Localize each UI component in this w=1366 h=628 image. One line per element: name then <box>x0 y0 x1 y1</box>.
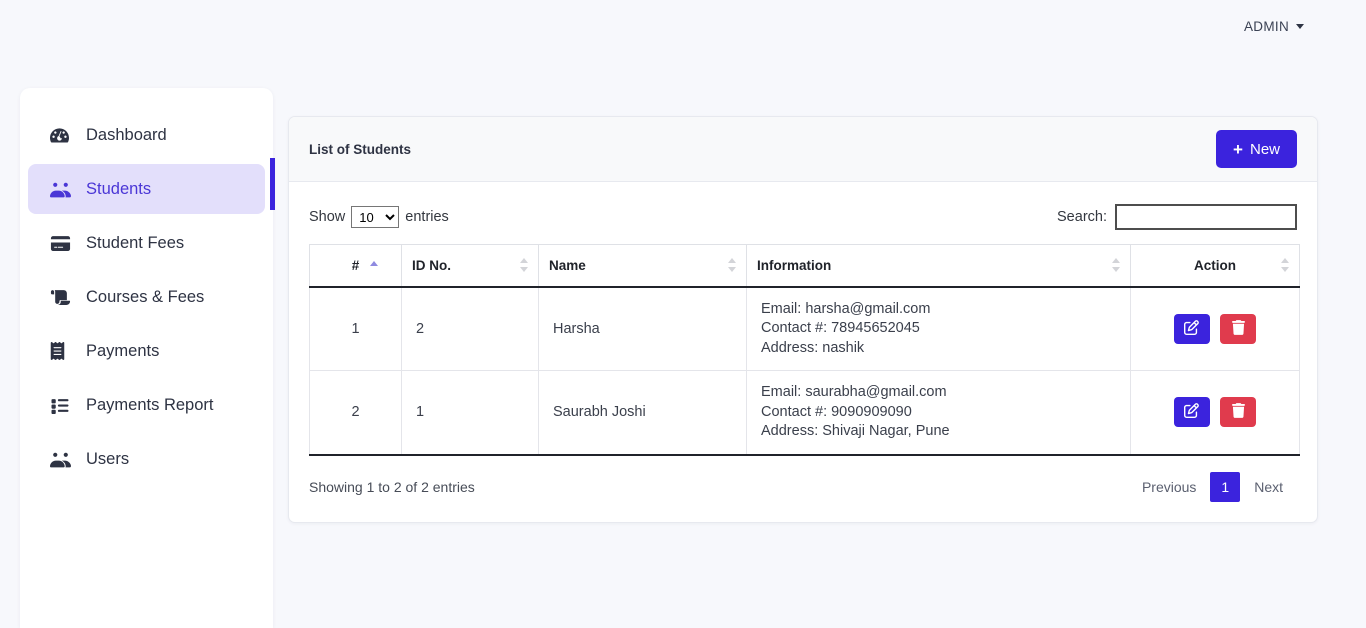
entries-length-control: Show 10 25 50 100 entries <box>309 206 449 228</box>
cell-action <box>1130 370 1300 456</box>
column-header-id-no[interactable]: ID No. <box>401 244 539 288</box>
column-header-information[interactable]: Information <box>746 244 1131 288</box>
cell-id-no: 1 <box>401 370 539 456</box>
column-label: # <box>351 257 360 273</box>
students-card: List of Students + New Show 10 25 50 100… <box>288 116 1318 523</box>
sidebar-item-label: Students <box>86 179 152 198</box>
cell-address: Address: nashik <box>761 339 865 356</box>
table-head: # ID No. Name Information Action <box>309 244 1300 288</box>
sidebar-item-payments[interactable]: Payments <box>28 326 265 376</box>
cell-index: 2 <box>309 370 402 456</box>
cell-name: Harsha <box>538 286 747 371</box>
sidebar-item-label: Courses & Fees <box>86 287 205 306</box>
cell-information: Email: harsha@gmail.com Contact #: 78945… <box>746 286 1131 371</box>
sidebar-item-students[interactable]: Students <box>28 164 265 214</box>
entries-prefix-label: Show <box>309 209 346 225</box>
cell-action <box>1130 286 1300 371</box>
sort-neutral-icon <box>1112 257 1121 273</box>
sort-ascending-icon <box>370 261 379 269</box>
cell-email: Email: harsha@gmail.com <box>761 300 931 317</box>
sort-neutral-icon <box>728 257 737 273</box>
cell-contact: Contact #: 78945652045 <box>761 320 920 336</box>
entries-suffix-label: entries <box>405 209 449 225</box>
users-group-icon <box>50 450 76 468</box>
page-title: List of Students <box>309 141 411 157</box>
trash-icon <box>1231 319 1245 338</box>
admin-user-label: ADMIN <box>1244 18 1289 34</box>
sidebar-item-label: Dashboard <box>86 125 167 144</box>
search-input[interactable] <box>1115 204 1297 230</box>
top-navbar: ADMIN <box>0 0 1366 52</box>
edit-student-button[interactable] <box>1173 397 1210 428</box>
delete-student-button[interactable] <box>1220 313 1257 344</box>
datatable-controls: Show 10 25 50 100 entries Search: <box>309 196 1297 238</box>
card-header: List of Students + New <box>289 117 1317 182</box>
add-new-student-label: New <box>1249 140 1280 158</box>
scroll-icon <box>50 289 76 306</box>
sidebar-item-label: Payments Report <box>86 395 214 414</box>
plus-icon: + <box>1233 139 1243 159</box>
sidebar-item-label: Student Fees <box>86 233 185 252</box>
datatable-footer: Showing 1 to 2 of 2 entries Previous 1 N… <box>309 470 1297 504</box>
table-row: 1 2 Harsha Email: harsha@gmail.com Conta… <box>309 286 1300 371</box>
sidebar: Dashboard Students Student Fees Courses … <box>20 88 273 628</box>
column-header-action[interactable]: Action <box>1130 244 1300 288</box>
chevron-down-icon <box>1296 23 1304 29</box>
pagination-next[interactable]: Next <box>1240 472 1297 502</box>
search-label: Search: <box>1057 209 1107 225</box>
list-grid-icon <box>50 397 76 414</box>
table-body: 1 2 Harsha Email: harsha@gmail.com Conta… <box>309 286 1300 456</box>
cell-address: Address: Shivaji Nagar, Pune <box>761 423 950 439</box>
sidebar-item-student-fees[interactable]: Student Fees <box>28 218 265 268</box>
pagination-previous[interactable]: Previous <box>1128 472 1210 502</box>
delete-student-button[interactable] <box>1220 397 1257 428</box>
table-row: 2 1 Saurabh Joshi Email: saurabha@gmail.… <box>309 370 1300 456</box>
search-control: Search: <box>1057 204 1297 230</box>
sidebar-item-users[interactable]: Users <box>28 434 265 484</box>
cell-information: Email: saurabha@gmail.com Contact #: 909… <box>746 370 1131 456</box>
sidebar-active-indicator <box>270 158 275 210</box>
cell-index: 1 <box>309 286 402 371</box>
cell-contact: Contact #: 9090909090 <box>761 403 912 420</box>
column-label: Name <box>549 257 586 273</box>
sort-neutral-icon <box>1281 257 1290 273</box>
column-header-index[interactable]: # <box>309 244 402 288</box>
entries-info: Showing 1 to 2 of 2 entries <box>309 478 475 495</box>
pen-to-square-icon <box>1184 319 1200 338</box>
admin-user-dropdown[interactable]: ADMIN <box>1244 19 1304 34</box>
sidebar-item-label: Payments <box>86 341 160 360</box>
cell-id-no: 2 <box>401 286 539 371</box>
cell-email: Email: saurabha@gmail.com <box>761 384 947 400</box>
column-label: ID No. <box>412 257 451 273</box>
column-label: Information <box>757 257 832 273</box>
trash-icon <box>1231 403 1245 421</box>
students-table: # ID No. Name Information Action 1 2 Har… <box>309 244 1300 456</box>
credit-card-icon <box>50 235 76 252</box>
pagination-page-1[interactable]: 1 <box>1210 471 1241 502</box>
sidebar-item-label: Users <box>86 449 130 468</box>
table-header-row: # ID No. Name Information Action <box>309 244 1300 288</box>
sidebar-item-courses-and-fees[interactable]: Courses & Fees <box>28 272 265 322</box>
pen-to-square-icon <box>1184 403 1200 421</box>
cell-name: Saurabh Joshi <box>538 370 747 456</box>
sort-neutral-icon <box>520 257 529 273</box>
sidebar-item-dashboard[interactable]: Dashboard <box>28 110 265 160</box>
entries-per-page-select[interactable]: 10 25 50 100 <box>351 206 400 228</box>
gauge-icon <box>50 126 76 145</box>
card-body: Show 10 25 50 100 entries Search: # <box>289 182 1317 522</box>
add-new-student-button[interactable]: + New <box>1216 130 1297 168</box>
column-header-name[interactable]: Name <box>538 244 747 288</box>
receipt-icon <box>50 342 76 360</box>
edit-student-button[interactable] <box>1173 313 1210 344</box>
users-group-icon <box>50 180 76 198</box>
sidebar-item-payments-report[interactable]: Payments Report <box>28 380 265 430</box>
pagination: Previous 1 Next <box>1128 471 1297 502</box>
column-label: Action <box>1194 257 1236 273</box>
